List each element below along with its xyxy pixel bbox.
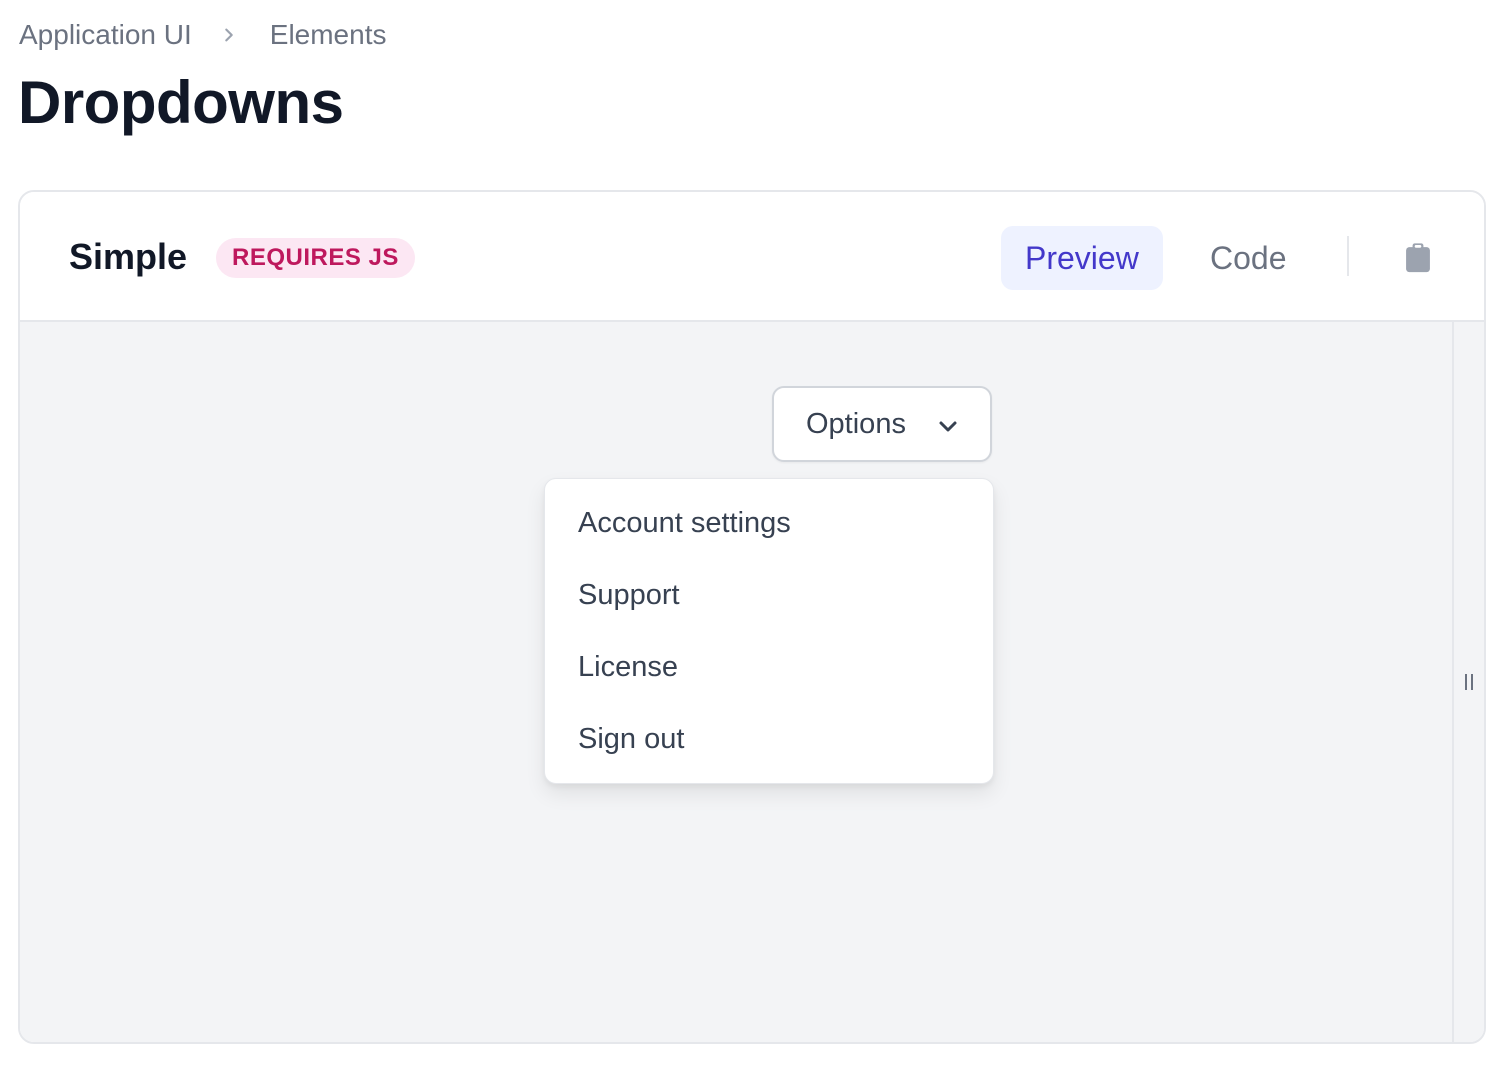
menu-item-support[interactable]: Support [545, 559, 993, 631]
chevron-down-icon [939, 421, 957, 432]
options-dropdown-button[interactable]: Options [772, 386, 992, 462]
tab-code[interactable]: Code [1186, 226, 1311, 290]
requires-js-badge: REQUIRES JS [216, 238, 415, 278]
component-title: Simple [69, 236, 188, 277]
preview-area: Options Account settings Support License… [20, 322, 1484, 1042]
copy-button[interactable] [1400, 240, 1436, 276]
menu-item-sign-out[interactable]: Sign out [545, 703, 993, 775]
dropdown-menu: Account settings Support License Sign ou… [544, 478, 994, 784]
menu-item-account-settings[interactable]: Account settings [545, 487, 993, 559]
breadcrumb: Application UI Elements [19, 16, 386, 54]
clipboard-icon [1406, 243, 1430, 273]
resize-handle[interactable] [1452, 322, 1484, 1042]
options-button-label: Options [806, 407, 906, 440]
page-title: Dropdowns [18, 69, 344, 136]
component-card: Simple REQUIRES JS Preview Code Options … [18, 190, 1486, 1044]
menu-item-license[interactable]: License [545, 631, 993, 703]
header-divider [1347, 236, 1349, 276]
resize-handle-icon [1465, 674, 1473, 690]
chevron-right-icon [220, 26, 238, 44]
card-header: Simple REQUIRES JS Preview Code [20, 192, 1484, 322]
breadcrumb-item-application-ui[interactable]: Application UI [19, 19, 192, 51]
tab-preview[interactable]: Preview [1001, 226, 1163, 290]
breadcrumb-item-elements[interactable]: Elements [270, 19, 387, 51]
